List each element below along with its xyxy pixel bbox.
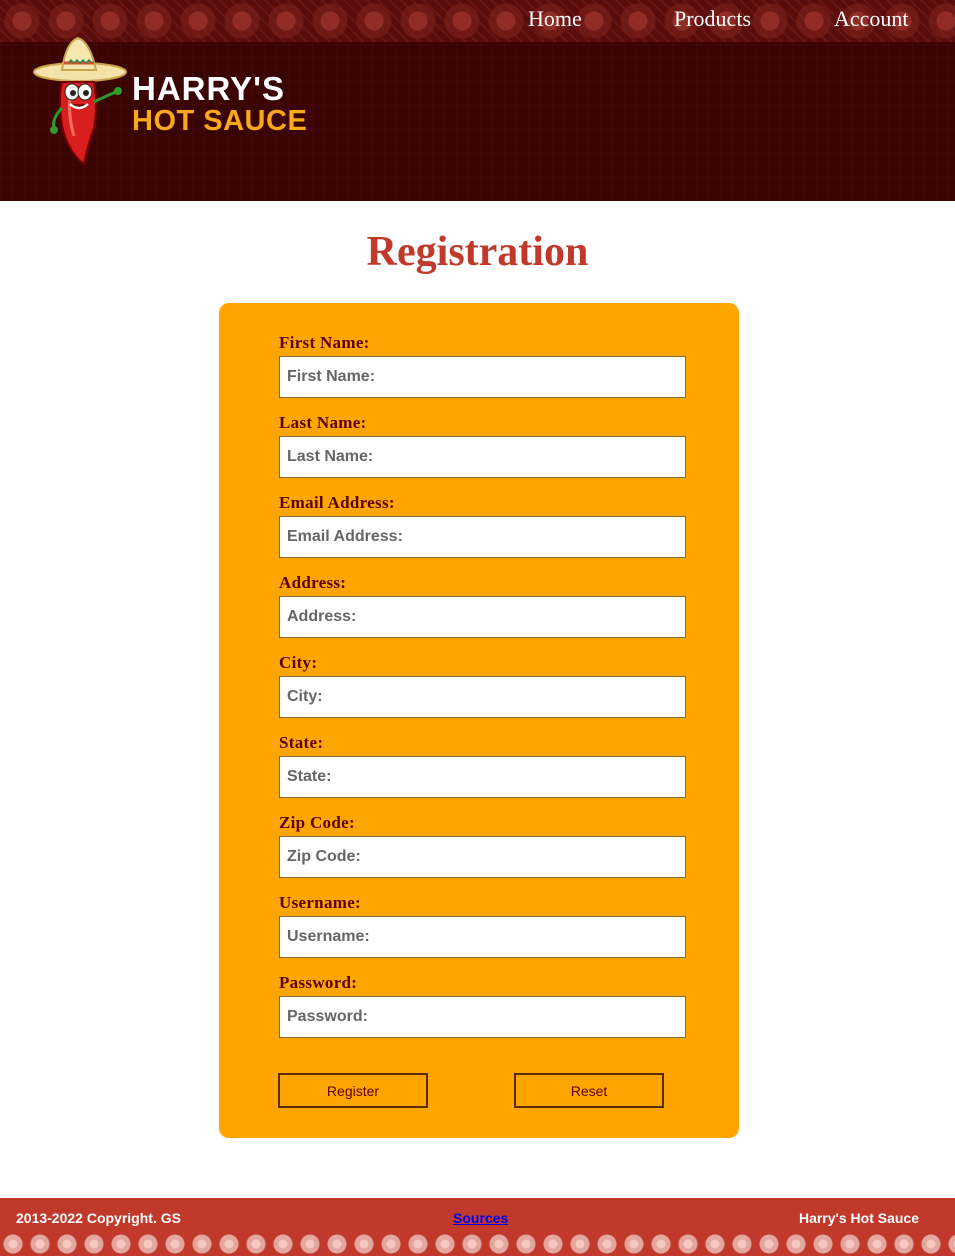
nav-products-link[interactable]: Products bbox=[674, 6, 751, 32]
site-header: Home Products Account HARRY'S HOT SAUCE bbox=[0, 0, 955, 201]
chili-pepper-sombrero-icon bbox=[33, 36, 127, 166]
brand-name-line2: HOT SAUCE bbox=[132, 105, 308, 137]
first-name-label: First Name: bbox=[279, 333, 370, 352]
reset-button[interactable]: Reset bbox=[514, 1073, 664, 1108]
last-name-label: Last Name: bbox=[279, 413, 367, 432]
address-label: Address: bbox=[279, 573, 347, 592]
state-input[interactable] bbox=[279, 756, 686, 798]
city-label: City: bbox=[279, 653, 318, 672]
footer-brand-text: Harry's Hot Sauce bbox=[798, 1210, 919, 1226]
zip-code-input[interactable] bbox=[279, 836, 686, 878]
username-input[interactable] bbox=[279, 916, 686, 958]
state-label: State: bbox=[279, 733, 324, 752]
first-name-input[interactable] bbox=[279, 356, 686, 398]
register-button[interactable]: Register bbox=[278, 1073, 428, 1108]
brand-wordmark: HARRY'S HOT SAUCE bbox=[132, 72, 307, 138]
site-footer: 2013-2022 Copyright. GS Sources Harry's … bbox=[0, 1198, 955, 1256]
copyright-text: 2013-2022 Copyright. GS bbox=[16, 1210, 181, 1226]
nav-account-link[interactable]: Account bbox=[834, 6, 909, 32]
sources-link[interactable]: Sources bbox=[453, 1210, 508, 1226]
brand-name-line1: HARRY'S bbox=[132, 70, 285, 107]
registration-form: First Name: Last Name: Email Address: Ad… bbox=[219, 303, 739, 1138]
email-input[interactable] bbox=[279, 516, 686, 558]
address-input[interactable] bbox=[279, 596, 686, 638]
main-nav: Home Products Account bbox=[0, 6, 955, 36]
last-name-input[interactable] bbox=[279, 436, 686, 478]
password-input[interactable] bbox=[279, 996, 686, 1038]
email-label: Email Address: bbox=[279, 493, 395, 512]
brand-logo[interactable]: HARRY'S HOT SAUCE bbox=[32, 36, 332, 168]
city-input[interactable] bbox=[279, 676, 686, 718]
footer-pattern-band bbox=[0, 1232, 955, 1256]
zip-code-label: Zip Code: bbox=[279, 813, 355, 832]
nav-home-link[interactable]: Home bbox=[528, 6, 582, 32]
username-label: Username: bbox=[279, 893, 362, 912]
password-label: Password: bbox=[279, 973, 358, 992]
page-title: Registration bbox=[366, 229, 589, 275]
